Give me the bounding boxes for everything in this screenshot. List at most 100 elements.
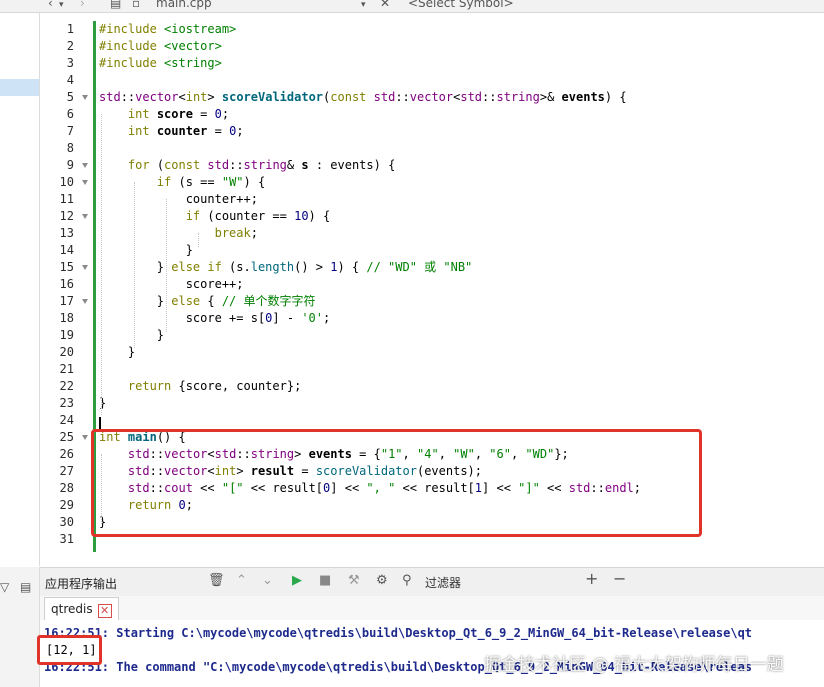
code-line[interactable]: } [99, 344, 135, 361]
file-selector[interactable]: main.cpp [156, 0, 212, 10]
add-icon[interactable]: + [585, 571, 598, 587]
code-line[interactable]: std::vector<int> scoreValidator(const st… [99, 89, 627, 106]
left-bottom-panel: ▽ ▤ [0, 567, 40, 687]
code-token: {score, counter}; [178, 379, 302, 393]
fold-arrow-icon[interactable] [82, 95, 88, 100]
line-number: 1 [66, 22, 74, 36]
code-token: } [99, 243, 193, 257]
code-line[interactable]: counter++; [99, 191, 258, 208]
filter-icon[interactable]: ▽ [0, 580, 9, 594]
code-line[interactable]: } [99, 327, 164, 344]
code-token: ) { [337, 260, 367, 274]
code-token: length [250, 260, 295, 274]
code-token: ; [250, 226, 258, 240]
fold-arrow-icon[interactable] [82, 435, 88, 440]
minimize-icon[interactable]: − [613, 571, 626, 587]
indent-guide [101, 114, 102, 415]
code-token: ( [156, 158, 165, 172]
code-line[interactable]: } else { // 单个数字字符 [99, 293, 316, 310]
output-pane-title: 应用程序输出 [45, 577, 118, 591]
code-line[interactable]: int counter = 0; [99, 123, 244, 140]
search-icon[interactable]: ⚲ [402, 573, 412, 589]
code-token: > [207, 90, 222, 104]
symbol-selector[interactable]: <Select Symbol> [408, 0, 514, 10]
line-number: 17 [59, 294, 74, 308]
stop-icon[interactable]: ■ [319, 573, 331, 589]
line-number: 31 [59, 532, 74, 546]
line-number: 6 [66, 107, 74, 121]
back-arrow-icon[interactable]: ‹ [48, 0, 53, 10]
code-line[interactable]: } else if (s.length() > 1) { // "WD" 或 "… [99, 259, 472, 276]
code-token: if [156, 175, 179, 189]
clear-output-icon[interactable]: 🗑 [208, 573, 225, 589]
code-line[interactable]: score++; [99, 276, 244, 293]
code-token: :: [395, 90, 410, 104]
next-item-icon[interactable]: ⌄ [262, 573, 273, 589]
code-token: std [460, 90, 483, 104]
result-highlight-box [37, 635, 102, 665]
fold-arrow-icon[interactable] [82, 265, 88, 270]
line-number: 10 [59, 175, 74, 189]
code-line[interactable]: #include <vector> [99, 38, 222, 55]
run-icon[interactable]: ▶ [292, 573, 302, 589]
forward-arrow-icon[interactable]: › [80, 0, 85, 10]
code-line[interactable]: for (const std::string& s : events) { [99, 157, 395, 174]
fold-arrow-icon[interactable] [82, 163, 88, 168]
file-dropdown-icon[interactable]: ▾ [361, 0, 366, 12]
attach-debugger-icon[interactable]: ⚒ [348, 573, 360, 589]
code-token: 0 [214, 107, 222, 121]
code-token: ; [221, 107, 230, 121]
line-number: 24 [59, 413, 74, 427]
code-token: "W" [221, 175, 244, 189]
code-token: } [99, 345, 136, 359]
code-token: score [156, 107, 193, 121]
split-icon[interactable]: ▤ [110, 0, 121, 10]
code-line[interactable]: if (s == "W") { [99, 174, 265, 191]
code-token: = [192, 107, 215, 121]
code-line[interactable]: return {score, counter}; [99, 378, 301, 395]
code-token: std [99, 90, 121, 104]
indent-guide [134, 182, 135, 348]
output-filter-input[interactable]: 过滤器 [425, 574, 461, 591]
code-token: else if [171, 260, 230, 274]
code-token: std [207, 158, 230, 172]
fold-arrow-icon[interactable] [82, 180, 88, 185]
tab-qtredis[interactable]: qtredis ✕ [44, 597, 119, 620]
code-line[interactable]: break; [99, 225, 258, 242]
line-number: 29 [59, 498, 74, 512]
fold-arrow-icon[interactable] [82, 299, 88, 304]
line-number: 28 [59, 481, 74, 495]
previous-item-icon[interactable]: ⌃ [236, 573, 247, 589]
line-number: 13 [59, 226, 74, 240]
code-line[interactable]: #include <iostream> [99, 21, 236, 38]
indent-guide [166, 199, 167, 332]
code-line[interactable]: } [99, 242, 193, 259]
code-token: const [164, 158, 208, 172]
code-token: (counter == [207, 209, 295, 223]
code-token: '0' [301, 311, 323, 325]
fold-arrow-icon[interactable] [82, 214, 88, 219]
indent-guide [198, 233, 199, 247]
text-cursor [99, 417, 101, 429]
code-token: int [185, 90, 208, 104]
code-token: break [214, 226, 251, 240]
project-tree-selected-item[interactable] [0, 79, 39, 96]
panel-menu-icon[interactable]: ▤ [20, 580, 31, 594]
line-number: 7 [66, 124, 74, 138]
code-token: return [127, 379, 179, 393]
line-number: 8 [66, 141, 74, 155]
code-line[interactable]: #include <string> [99, 55, 222, 72]
line-number: 3 [66, 56, 74, 70]
line-number: 9 [66, 158, 74, 172]
code-token: int [127, 124, 157, 138]
code-token: >& [539, 90, 562, 104]
code-token: events [561, 90, 605, 104]
settings-gear-icon[interactable]: ⚙ [376, 573, 388, 589]
close-tab-icon[interactable]: ✕ [97, 604, 112, 618]
code-token: } [99, 294, 172, 308]
close-document-icon[interactable]: ✕ [380, 0, 390, 10]
code-line[interactable]: int score = 0; [99, 106, 229, 123]
back-dropdown-icon[interactable]: ▾ [59, 0, 64, 12]
